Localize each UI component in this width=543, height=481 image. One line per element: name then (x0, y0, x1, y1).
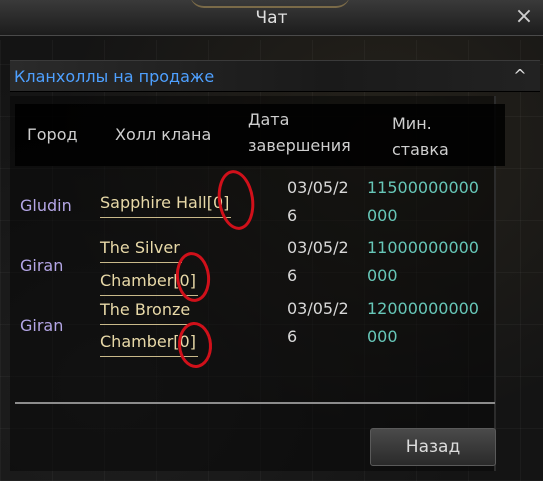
row-2-date-line2: 6 (287, 266, 298, 285)
row-2-hall-link-line1[interactable]: The Silver (100, 234, 182, 263)
title-bar[interactable]: Чат × (0, 0, 543, 36)
annotation-circle (213, 167, 258, 233)
row-2-city: Giran (20, 256, 64, 275)
row-3-bid-line1: 12000000000 (367, 299, 479, 318)
row-1-bid-line1: 11500000000 (367, 178, 479, 197)
collapse-icon[interactable]: ^ (510, 65, 530, 87)
window-title: Чат (255, 8, 288, 28)
row-2-bid-line1: 11000000000 (367, 238, 479, 257)
row-1-date-line1: 03/05/2 (287, 178, 349, 197)
annotation-circle (176, 320, 214, 370)
auction-panel: Город Холл клана Дата завершения Мин. ст… (10, 96, 505, 471)
header-min-bid-line1: Мин. (392, 114, 432, 133)
row-2-bid-line2: 000 (367, 266, 398, 285)
header-city: Город (27, 125, 78, 144)
back-button[interactable]: Назад (370, 428, 496, 466)
clan-hall-auction-window: Чат × Кланхоллы на продаже ^ Город Холл … (0, 0, 543, 481)
section-title: Кланхоллы на продаже (14, 67, 215, 86)
row-1-date-line2: 6 (287, 206, 298, 225)
row-3-city: Giran (20, 316, 64, 335)
row-3-bid-line2: 000 (367, 327, 398, 346)
row-2-date-line1: 03/05/2 (287, 238, 349, 257)
row-1-hall-link[interactable]: Sapphire Hall[0] (100, 189, 232, 218)
header-min-bid-line2: ставка (392, 140, 449, 159)
row-3-hall-link-line1[interactable]: The Bronze (100, 296, 193, 325)
header-hall: Холл клана (115, 125, 212, 144)
header-end-date-line2: завершения (248, 136, 351, 155)
row-1-city: Gludin (20, 196, 72, 215)
row-3-date-line1: 03/05/2 (287, 299, 349, 318)
title-ornament (190, 0, 350, 8)
table-header: Город Холл клана Дата завершения Мин. ст… (15, 104, 505, 166)
row-3-date-line2: 6 (287, 327, 298, 346)
header-end-date-line1: Дата (248, 110, 290, 129)
row-1-bid-line2: 000 (367, 206, 398, 225)
footer-divider (15, 402, 495, 404)
section-header[interactable]: Кланхоллы на продаже ^ (10, 60, 540, 92)
close-icon[interactable]: × (511, 4, 537, 30)
